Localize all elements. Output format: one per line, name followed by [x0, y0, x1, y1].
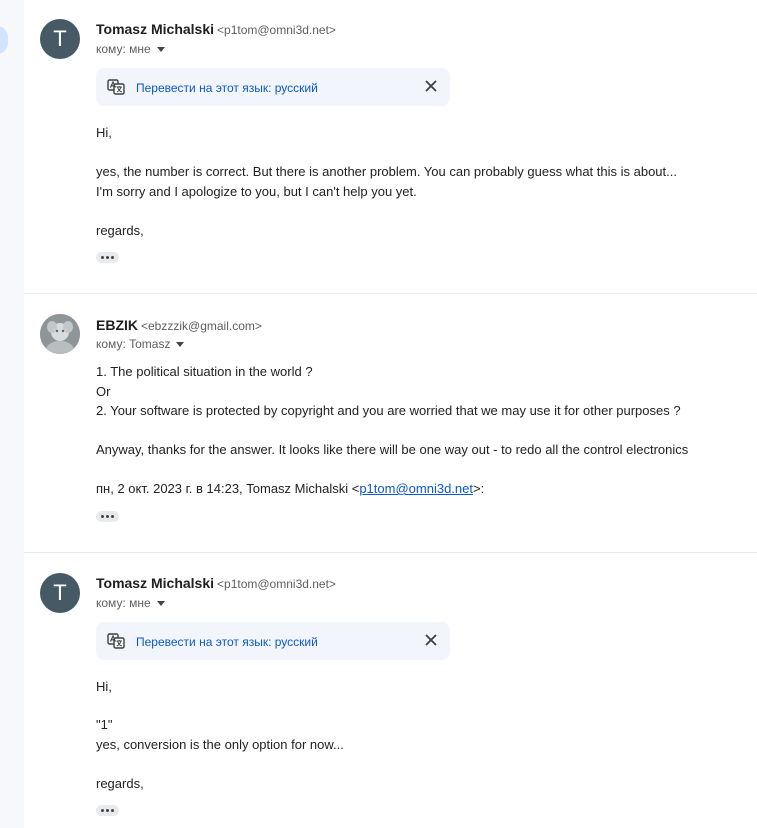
sender-name[interactable]: EBZIK [96, 317, 138, 333]
translate-link[interactable]: Перевести на этот язык: русский [136, 81, 318, 95]
recipient-details[interactable]: кому: мне [96, 42, 165, 56]
body-closing: regards, [96, 223, 144, 238]
message-2[interactable]: EBZIK <ebzzzik@gmail.com> кому: Tomasz 1.… [24, 294, 757, 551]
email-thread: T Tomasz Michalski <p1tom@omni3d.net> ком… [24, 0, 757, 828]
translate-icon [107, 79, 125, 95]
statue-avatar-image [40, 314, 80, 354]
email-link[interactable]: p1tom@omni3d.net [359, 481, 473, 496]
sender-name[interactable]: Tomasz Michalski [96, 21, 214, 37]
translate-icon [107, 633, 125, 649]
translate-link[interactable]: Перевести на этот язык: русский [136, 635, 318, 649]
sender-name[interactable]: Tomasz Michalski [96, 575, 214, 591]
body-line: 1. The political situation in the world … [96, 364, 313, 379]
left-nav-strip [0, 0, 24, 828]
body-closing: regards, [96, 776, 144, 791]
body-line: Or [96, 384, 111, 399]
active-nav-indicator[interactable] [0, 26, 8, 54]
sender: Tomasz Michalski <p1tom@omni3d.net> [96, 575, 336, 591]
translate-bar: Перевести на этот язык: русский [96, 622, 450, 660]
recipient-label: кому: мне [96, 596, 151, 610]
body-line: I'm sorry and I apologize to you, but I … [96, 184, 417, 199]
body-greeting: Hi, [96, 125, 112, 140]
body-line: Anyway, thanks for the answer. It looks … [96, 442, 689, 457]
recipient-details[interactable]: кому: мне [96, 596, 165, 610]
quoted-header-prefix: пн, 2 окт. 2023 г. в 14:23, Tomasz Micha… [96, 481, 360, 496]
sender: EBZIK <ebzzzik@gmail.com> [96, 317, 262, 333]
body-greeting: Hi, [96, 679, 112, 694]
avatar[interactable] [40, 314, 80, 354]
chevron-down-icon[interactable] [156, 601, 165, 607]
sender-email: <p1tom@omni3d.net> [217, 577, 336, 591]
quoted-header: пн, 2 окт. 2023 г. в 14:23, Tomasz Micha… [96, 481, 484, 496]
close-icon[interactable] [422, 77, 440, 95]
close-icon[interactable] [422, 631, 440, 649]
body-line: yes, the number is correct. But there is… [96, 164, 677, 179]
recipient-details[interactable]: кому: Tomasz [96, 337, 185, 351]
message-1[interactable]: T Tomasz Michalski <p1tom@omni3d.net> ком… [24, 0, 757, 292]
recipient-label: кому: Tomasz [96, 337, 171, 351]
show-trimmed-content-button[interactable] [96, 252, 119, 263]
sender-email: <ebzzzik@gmail.com> [141, 319, 262, 333]
sender: Tomasz Michalski <p1tom@omni3d.net> [96, 21, 336, 37]
chevron-down-icon[interactable] [156, 47, 165, 53]
recipient-label: кому: мне [96, 42, 151, 56]
chevron-down-icon[interactable] [176, 342, 185, 348]
show-trimmed-content-button[interactable] [96, 511, 119, 522]
avatar[interactable]: T [40, 19, 80, 59]
body-line: "1" [96, 717, 113, 732]
show-trimmed-content-button[interactable] [96, 805, 119, 816]
translate-bar: Перевести на этот язык: русский [96, 68, 450, 106]
avatar[interactable]: T [40, 573, 80, 613]
message-3[interactable]: T Tomasz Michalski <p1tom@omni3d.net> ком… [24, 553, 757, 828]
body-line: yes, conversion is the only option for n… [96, 737, 344, 752]
quoted-header-suffix: >: [472, 481, 485, 496]
body-line: 2. Your software is protected by copyrig… [96, 403, 681, 418]
sender-email: <p1tom@omni3d.net> [217, 23, 336, 37]
